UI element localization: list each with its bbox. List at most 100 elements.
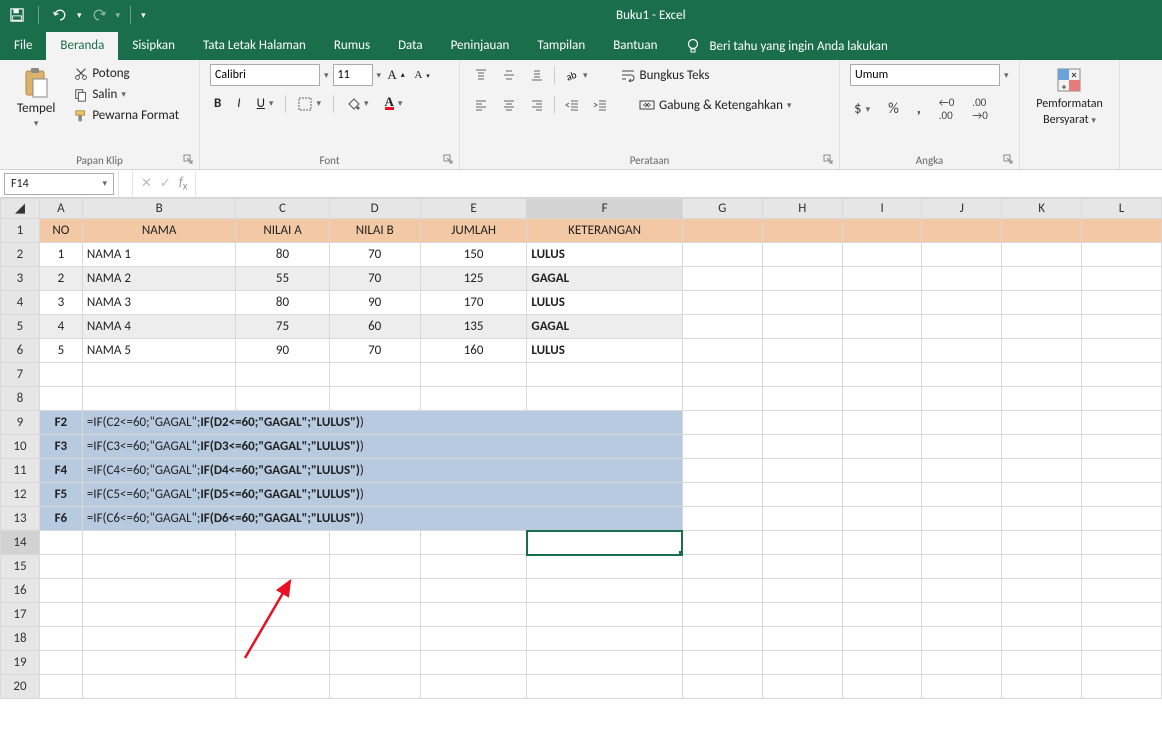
cell[interactable] <box>762 267 842 291</box>
align-center-icon[interactable] <box>498 94 520 116</box>
cell[interactable] <box>682 483 762 507</box>
percent-button[interactable]: % <box>884 98 903 120</box>
cell[interactable] <box>1002 411 1082 435</box>
cell[interactable] <box>82 387 236 411</box>
tab-tata-letak[interactable]: Tata Letak Halaman <box>189 32 320 60</box>
cell[interactable] <box>420 651 527 675</box>
cell[interactable]: F6 <box>39 507 82 531</box>
row-header-6[interactable]: 6 <box>1 339 40 363</box>
row-header-15[interactable]: 15 <box>1 555 40 579</box>
font-color-button[interactable]: A ▾ <box>381 95 407 112</box>
cell[interactable] <box>236 651 329 675</box>
cell[interactable] <box>682 651 762 675</box>
row-header-5[interactable]: 5 <box>1 315 40 339</box>
cell[interactable]: 2 <box>39 267 82 291</box>
cell[interactable] <box>1082 363 1162 387</box>
cell[interactable]: 90 <box>236 339 329 363</box>
row-header-4[interactable]: 4 <box>1 291 40 315</box>
cell[interactable] <box>762 555 842 579</box>
col-header-C[interactable]: C <box>236 199 329 219</box>
cell[interactable]: F5 <box>39 483 82 507</box>
number-format-input[interactable] <box>850 64 1000 86</box>
cell[interactable] <box>1002 387 1082 411</box>
cancel-icon[interactable]: ✕ <box>141 176 152 191</box>
decrease-indent-icon[interactable] <box>561 94 583 116</box>
cell[interactable]: 1 <box>39 243 82 267</box>
cell[interactable]: LULUS <box>527 243 682 267</box>
cell[interactable] <box>762 411 842 435</box>
col-header-B[interactable]: B <box>82 199 236 219</box>
row-header-17[interactable]: 17 <box>1 603 40 627</box>
col-header-K[interactable]: K <box>1002 199 1082 219</box>
cell[interactable] <box>682 435 762 459</box>
cell[interactable] <box>922 243 1002 267</box>
cell[interactable] <box>762 603 842 627</box>
cell[interactable] <box>682 387 762 411</box>
cell[interactable] <box>762 507 842 531</box>
cell[interactable] <box>682 507 762 531</box>
cell[interactable] <box>1082 243 1162 267</box>
cell[interactable] <box>922 555 1002 579</box>
cell[interactable] <box>527 387 682 411</box>
clipboard-launcher-icon[interactable] <box>183 154 193 167</box>
cell[interactable] <box>329 387 420 411</box>
cell[interactable] <box>1082 435 1162 459</box>
cell[interactable] <box>922 579 1002 603</box>
cell[interactable] <box>762 315 842 339</box>
cell[interactable] <box>842 243 922 267</box>
cell[interactable] <box>1002 627 1082 651</box>
cell[interactable]: 5 <box>39 339 82 363</box>
cell[interactable] <box>922 219 1002 243</box>
cell[interactable] <box>922 339 1002 363</box>
tell-me[interactable]: Beri tahu yang ingin Anda lakukan <box>671 32 901 60</box>
cell[interactable] <box>39 363 82 387</box>
cell[interactable] <box>527 579 682 603</box>
chevron-down-icon[interactable]: ▾ <box>324 70 329 81</box>
cell[interactable] <box>527 627 682 651</box>
cell[interactable] <box>922 291 1002 315</box>
cell[interactable] <box>527 675 682 699</box>
col-header-E[interactable]: E <box>420 199 527 219</box>
cell[interactable]: 4 <box>39 315 82 339</box>
cell[interactable] <box>682 291 762 315</box>
currency-button[interactable]: $ ▾ <box>850 98 874 120</box>
cell[interactable] <box>82 555 236 579</box>
cell[interactable] <box>1082 507 1162 531</box>
row-header-16[interactable]: 16 <box>1 579 40 603</box>
cell[interactable] <box>1002 363 1082 387</box>
cell[interactable] <box>420 675 527 699</box>
cell[interactable] <box>39 603 82 627</box>
cell[interactable] <box>842 339 922 363</box>
cell[interactable]: 80 <box>236 291 329 315</box>
cell[interactable] <box>922 507 1002 531</box>
cell[interactable]: 90 <box>329 291 420 315</box>
cell[interactable] <box>842 291 922 315</box>
cell[interactable] <box>1082 291 1162 315</box>
cell[interactable] <box>922 363 1002 387</box>
cell[interactable] <box>39 627 82 651</box>
tab-beranda[interactable]: Beranda <box>46 32 118 60</box>
tab-data[interactable]: Data <box>384 32 437 60</box>
cell[interactable] <box>82 363 236 387</box>
cell[interactable] <box>922 627 1002 651</box>
cell[interactable]: =IF(C3<=60;"GAGAL";IF(D3<=60;"GAGAL";"LU… <box>82 435 682 459</box>
table-header[interactable]: NILAI B <box>329 219 420 243</box>
align-top-icon[interactable] <box>470 64 492 86</box>
cell[interactable]: 80 <box>236 243 329 267</box>
cell[interactable] <box>682 315 762 339</box>
cell[interactable] <box>236 531 329 555</box>
cell[interactable] <box>682 603 762 627</box>
cell[interactable] <box>682 267 762 291</box>
cell[interactable]: 150 <box>420 243 527 267</box>
col-header-A[interactable]: A <box>39 199 82 219</box>
cell[interactable] <box>1082 579 1162 603</box>
cell[interactable] <box>842 483 922 507</box>
cell[interactable] <box>527 531 682 555</box>
cell[interactable] <box>329 531 420 555</box>
formula-input[interactable] <box>196 173 1162 195</box>
cell[interactable] <box>1082 531 1162 555</box>
cell[interactable] <box>762 579 842 603</box>
cell[interactable]: LULUS <box>527 291 682 315</box>
row-header-11[interactable]: 11 <box>1 459 40 483</box>
cell[interactable] <box>39 555 82 579</box>
